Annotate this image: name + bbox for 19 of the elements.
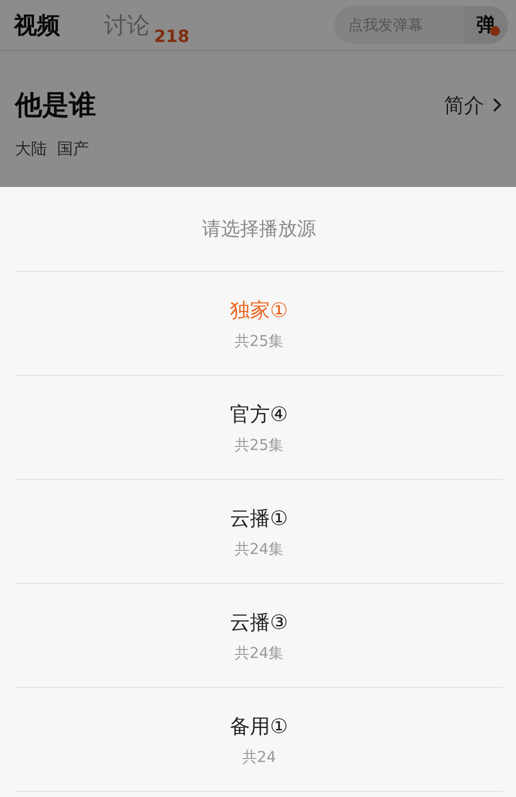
tab[interactable]: 视频: [14, 10, 60, 40]
show-title: 他是谁: [15, 89, 96, 123]
source-option[interactable]: 云播①: [230, 504, 288, 532]
comment-count: 218: [154, 26, 190, 46]
source-option[interactable]: 云播③: [230, 608, 288, 636]
tag: 国产: [57, 139, 89, 160]
source-option[interactable]: 官方④: [230, 400, 288, 428]
episode-count: 共24集: [234, 540, 284, 558]
danmaku-toggle[interactable]: 弹: [464, 6, 508, 44]
chevron-right-icon: [492, 97, 502, 113]
tag: 大陆: [15, 139, 47, 160]
source-option[interactable]: 独家①: [230, 296, 288, 324]
episode-count: 共25集: [234, 436, 284, 454]
source-option[interactable]: 备用①: [230, 712, 288, 740]
episode-count: 共24集: [234, 644, 284, 662]
intro-link[interactable]: 简介: [444, 92, 484, 118]
episode-count: 共24: [242, 748, 276, 766]
sheet-title: 请选择播放源: [15, 187, 503, 272]
episode-count: 共25集: [234, 332, 284, 350]
